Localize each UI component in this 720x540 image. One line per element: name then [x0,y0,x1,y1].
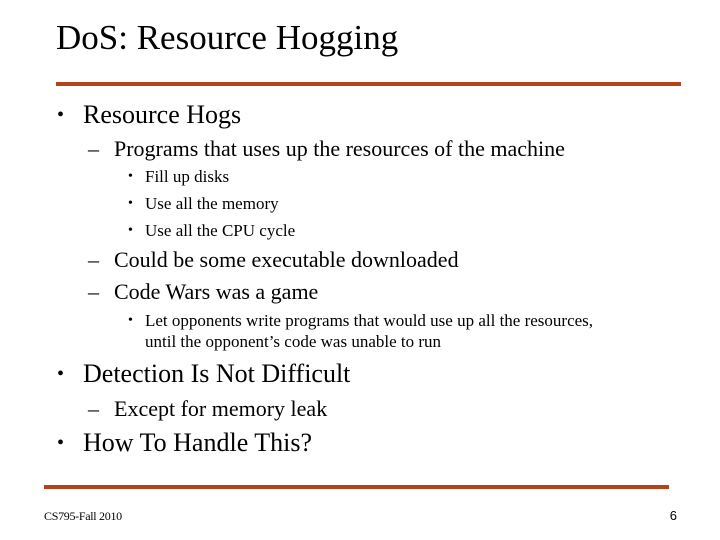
footer-course-label: CS795-Fall 2010 [44,509,122,523]
sub-bullet-item: – Code Wars was a game [88,279,319,305]
dash-icon: – [88,247,99,272]
sub-bullet-item: – Except for memory leak [88,396,328,422]
sub-bullet-text: Could be some executable downloaded [114,247,459,272]
bullet-text: Detection Is Not Difficult [83,359,351,388]
bullet-item: • Detection Is Not Difficult [57,359,351,389]
sub-bullet-text: Code Wars was a game [114,279,319,304]
bullet-icon: • [128,223,133,238]
bullet-item: • Resource Hogs [57,100,242,130]
sub-sub-bullet-text: Let opponents write programs that would … [145,311,594,330]
sub-sub-bullet-item: • Fill up disks [128,166,230,188]
sub-sub-bullet-item: • Let opponents write programs that woul… [128,310,594,352]
bullet-text: How To Handle This? [83,428,313,457]
bullet-icon: • [128,313,133,328]
sub-bullet-item: – Programs that uses up the resources of… [88,136,565,162]
bullet-icon: • [128,196,133,211]
sub-sub-bullet-continuation: until the opponent’s code was unable to … [145,332,442,351]
sub-sub-bullet-text: Use all the memory [145,194,279,213]
sub-sub-bullet-text: Fill up disks [145,167,230,186]
footer-divider [44,485,669,489]
bullet-text: Resource Hogs [83,100,242,129]
sub-bullet-text: Programs that uses up the resources of t… [114,136,565,161]
title-divider [56,82,681,86]
bullet-icon: • [57,432,65,454]
dash-icon: – [88,136,99,161]
dash-icon: – [88,279,99,304]
bullet-item: • How To Handle This? [57,428,313,458]
slide-title: DoS: Resource Hogging [56,18,399,57]
bullet-icon: • [57,363,65,385]
sub-bullet-text: Except for memory leak [114,396,328,421]
sub-bullet-item: – Could be some executable downloaded [88,247,459,273]
page-number: 6 [669,508,677,523]
bullet-icon: • [128,169,133,184]
bullet-icon: • [57,104,65,126]
slide: DoS: Resource Hogging • Resource Hogs – … [0,0,720,540]
sub-sub-bullet-item: • Use all the memory [128,193,279,215]
dash-icon: – [88,396,99,421]
sub-sub-bullet-text: Use all the CPU cycle [145,221,296,240]
sub-sub-bullet-item: • Use all the CPU cycle [128,220,296,242]
